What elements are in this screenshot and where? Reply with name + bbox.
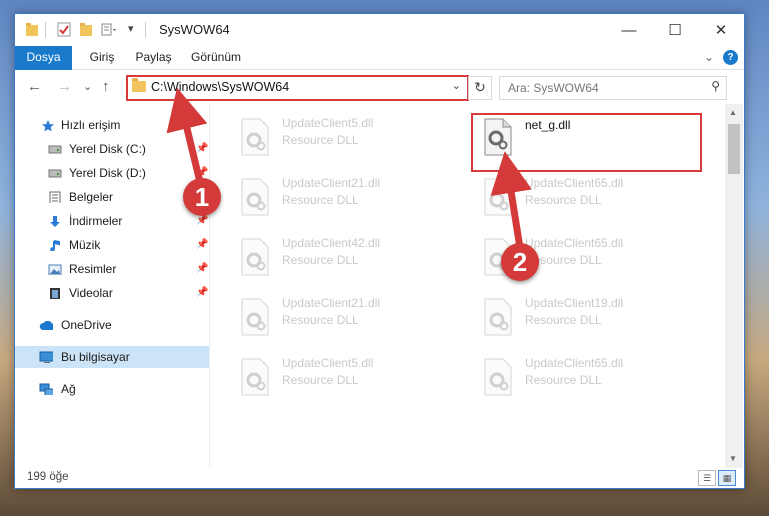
arrow-to-address-bar [166,87,208,183]
arrow-to-target-file [490,151,533,249]
step-1-badge: 1 [183,178,221,216]
step-2-badge: 2 [501,243,539,281]
annotation-arrows [166,87,533,249]
